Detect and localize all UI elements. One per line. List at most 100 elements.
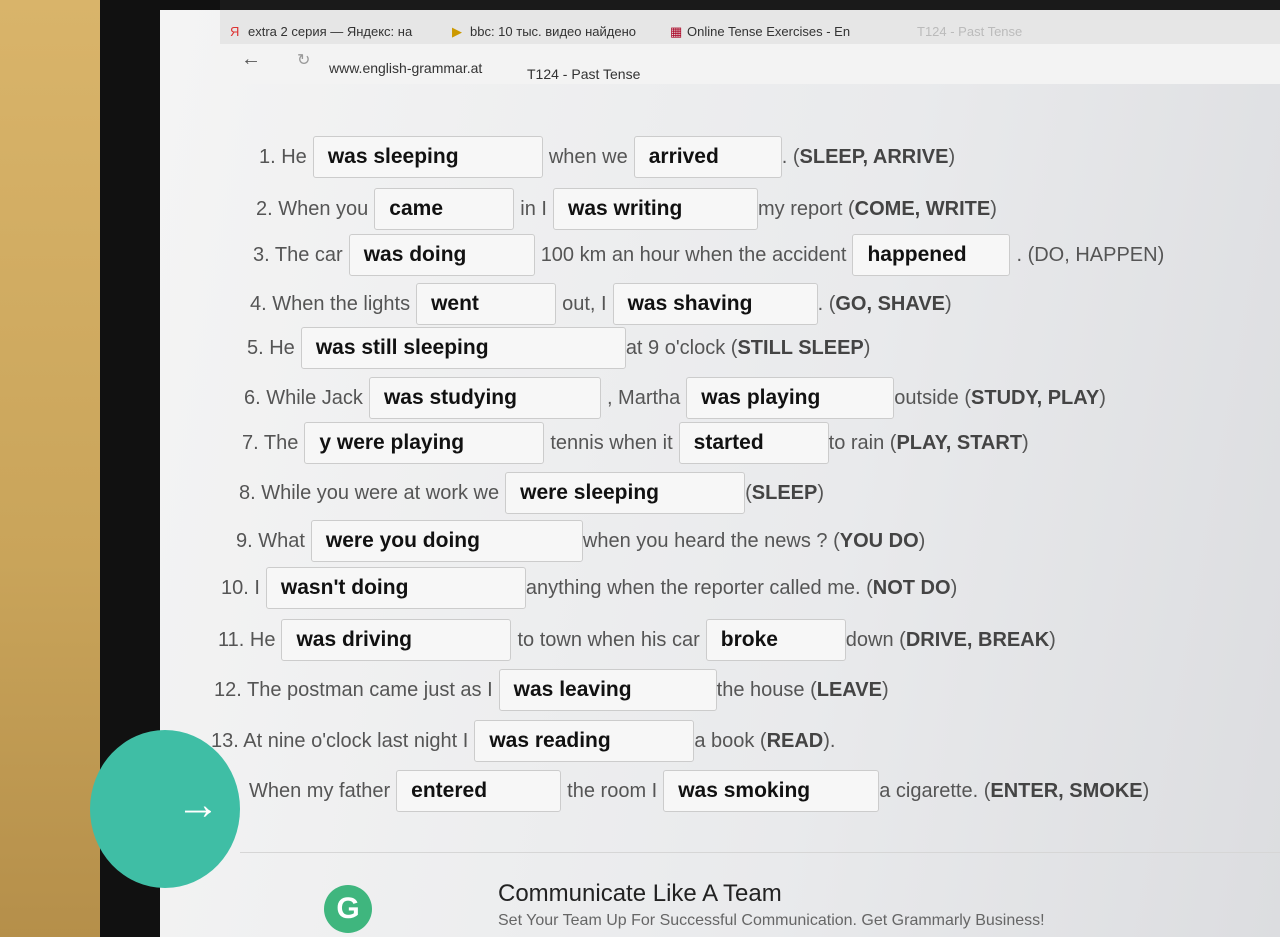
question-text: 6. While Jack [244,386,363,409]
verb-hint: PLAY, START [896,431,1023,454]
answer-input[interactable]: was sleeping [312,136,543,178]
question-text: to rain ( [828,431,897,454]
question-text: a book ( [694,729,767,752]
verb-hint: SLEEP, ARRIVE [799,145,949,168]
question-text: 8. While you were at work we [239,481,500,504]
answer-input[interactable]: were sleeping [505,472,746,514]
ad-title[interactable]: Communicate Like A Team [498,880,782,908]
exercise-item: 12. The postman came just as Iwas leavin… [208,669,889,711]
answer-input[interactable]: went [416,283,557,325]
exercise-item: 5. He was still sleeping at 9 o'clock (STI… [241,327,870,369]
question-text: ) [950,576,958,599]
question-text: ( [745,481,752,504]
grammarly-logo: G [324,885,372,933]
verb-hint: STILL SLEEP [737,336,864,359]
answer-input[interactable]: started [678,422,829,464]
answer-input[interactable]: was leaving [498,669,717,711]
question-text: ) [1142,779,1150,802]
verb-hint: GO, SHAVE [835,292,946,315]
answer-input[interactable]: was smoking [663,770,880,812]
url-text[interactable]: www.english-grammar.at [329,60,482,76]
answer-input[interactable]: was studying [368,377,601,419]
verb-hint: COME, WRITE [854,197,991,220]
question-text: , Martha [606,386,681,409]
exercise-item: 7. The y were playing tennis when it starte… [236,422,1029,464]
question-text: ) [990,197,997,220]
verb-hint: STUDY, PLAY [971,386,1100,409]
verb-hint: DRIVE, BREAK [905,628,1050,651]
exercise-item: 11. He was driving to town when his car bro… [212,619,1056,661]
question-text: out, I [562,292,607,315]
question-text: 13. At nine o'clock last night I [211,729,469,752]
verb-hint: LEAVE [816,678,882,701]
question-text: my report ( [757,197,855,220]
exercise-item: 2. When you came in Iwas writing my report … [250,188,997,230]
question-text: 7. The [242,431,299,454]
question-text: down ( [845,628,906,651]
question-text: ) [1022,431,1029,454]
answer-input[interactable]: y were playing [304,422,545,464]
question-text: 10. I [221,576,260,599]
exercise-item: 8. While you were at work we were sleepin… [233,472,824,514]
answer-input[interactable]: broke [705,619,846,661]
question-text: When my father [249,779,391,802]
verb-hint: SLEEP [751,481,818,504]
play-icon: ▶ [452,24,462,39]
question-text: to town when his car [517,628,700,651]
verb-hint: ENTER, SMOKE [990,779,1143,802]
exercise-item: 1. He was sleeping when we arrived. (SLEEP,… [253,136,955,178]
yandex-icon: Я [230,24,240,39]
tab-bbc[interactable]: bbc: 10 тыс. видео найдено [470,24,636,39]
answer-input[interactable]: was reading [474,720,695,762]
logo-letter: G [336,892,360,925]
question-text: 3. The car [253,243,343,266]
page-title: T124 - Past Tense [527,66,641,82]
question-text: . ( [781,145,800,168]
question-text: 5. He [247,336,295,359]
answer-input[interactable]: was driving [281,619,512,661]
address-bar: ← ↻ www.english-grammar.at T124 - Past T… [215,44,1280,84]
answer-input[interactable]: were you doing [310,520,583,562]
question-text: 100 km an hour when the accident [540,243,847,266]
exercise-item: 4. When the lights went out, Iwas shaving.… [244,283,952,325]
answer-input[interactable]: happened [852,234,1011,276]
question-text: a cigarette. ( [879,779,991,802]
question-text: . ( [817,292,836,315]
question-text: in I [520,197,547,220]
tab-online-tense[interactable]: Online Tense Exercises - En [687,24,850,39]
question-text: 11. He [218,628,276,651]
question-text: ) [1099,386,1106,409]
answer-input[interactable]: was writing [552,188,758,230]
question-text: 4. When the lights [250,292,411,315]
exercise-item: 6. While Jack was studying, Martha was pla… [238,377,1106,419]
question-text: tennis when it [550,431,673,454]
question-text: outside ( [894,386,972,409]
question-text: when we [548,145,628,168]
question-text: ) [881,678,889,701]
verb-hint: YOU DO [839,529,919,552]
answer-input[interactable]: was still sleeping [300,327,626,369]
question-text: ) [948,145,956,168]
reload-icon[interactable]: ↻ [297,50,310,70]
question-text: the room I [567,779,658,802]
question-text: ) [817,481,825,504]
tab-yandex[interactable]: extra 2 серия — Яндекс: на [248,24,412,39]
question-text: 12. The postman came just as I [214,678,493,701]
answer-input[interactable]: came [374,188,515,230]
answer-input[interactable]: arrived [633,136,782,178]
answer-input[interactable]: was playing [686,377,895,419]
tab-t124[interactable]: T124 - Past Tense [917,24,1022,39]
answer-input[interactable]: wasn't doing [265,567,526,609]
answer-input[interactable]: entered [396,770,562,812]
exercise-item: When my father entered the room Iwas smoki… [243,770,1149,812]
question-text: 1. He [259,145,307,168]
answer-input[interactable]: was shaving [612,283,818,325]
question-text: the house ( [716,678,817,701]
question-text: ) [945,292,952,315]
back-icon[interactable]: ← [241,48,261,71]
answer-input[interactable]: was doing [348,234,535,276]
exercise-item: 10. Iwasn't doing anything when the repor… [215,567,957,609]
exercise-item: 3. The car was doing 100 km an hour when t… [247,234,1170,276]
verb-hint: NOT DO [872,576,951,599]
arrow-right-icon[interactable]: → [176,780,220,830]
